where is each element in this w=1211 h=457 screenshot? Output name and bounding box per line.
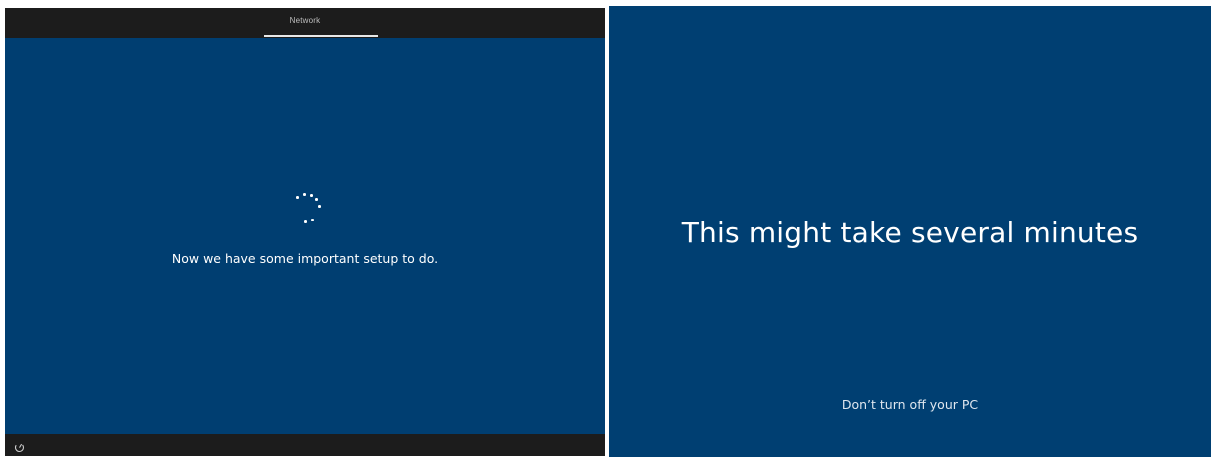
warning-message: Don’t turn off your PC [841,397,979,412]
tab-network: Network [289,16,321,25]
top-progress-bar: Network [5,8,605,38]
install-progress-screen: This might take several minutes Don’t tu… [609,6,1211,457]
page-title: This might take several minutes [681,216,1139,249]
bottom-bar [5,434,605,456]
setup-network-screen: Network Now we have some important setup… [5,8,605,456]
setup-status-message: Now we have some important setup to do. [171,251,439,266]
ease-of-access-icon[interactable] [14,440,25,452]
loading-spinner-icon [284,184,328,228]
active-tab-indicator [264,35,378,37]
